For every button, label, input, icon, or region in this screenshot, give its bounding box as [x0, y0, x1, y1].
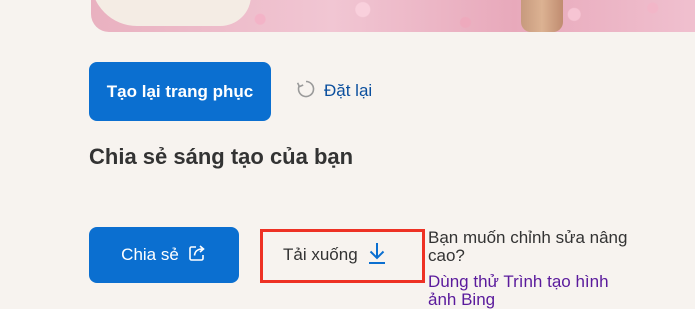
advanced-edit-panel: Bạn muốn chỉnh sửa nâng cao? Dùng thử Tr… [428, 229, 628, 309]
share-button[interactable]: Chia sẻ [89, 227, 239, 283]
advanced-edit-question: Bạn muốn chỉnh sửa nâng cao? [428, 228, 628, 265]
regenerate-outfit-button[interactable]: Tạo lại trang phục [89, 62, 271, 121]
download-arrow-icon [366, 241, 388, 270]
bing-image-creator-link[interactable]: Dùng thử Trình tạo hình ảnh Bing [428, 273, 628, 309]
image-figure-detail [521, 0, 563, 32]
reset-label: Đặt lại [324, 81, 373, 100]
reset-icon [296, 79, 316, 104]
share-section-title: Chia sẻ sáng tạo của bạn [89, 144, 354, 169]
share-icon [187, 243, 207, 268]
image-dress-detail [91, 0, 251, 26]
download-button[interactable]: Tải xuống [283, 240, 388, 270]
download-label: Tải xuống [283, 245, 358, 264]
share-label: Chia sẻ [121, 245, 179, 264]
reset-button[interactable]: Đặt lại [296, 79, 372, 103]
generated-image-preview [91, 0, 695, 32]
